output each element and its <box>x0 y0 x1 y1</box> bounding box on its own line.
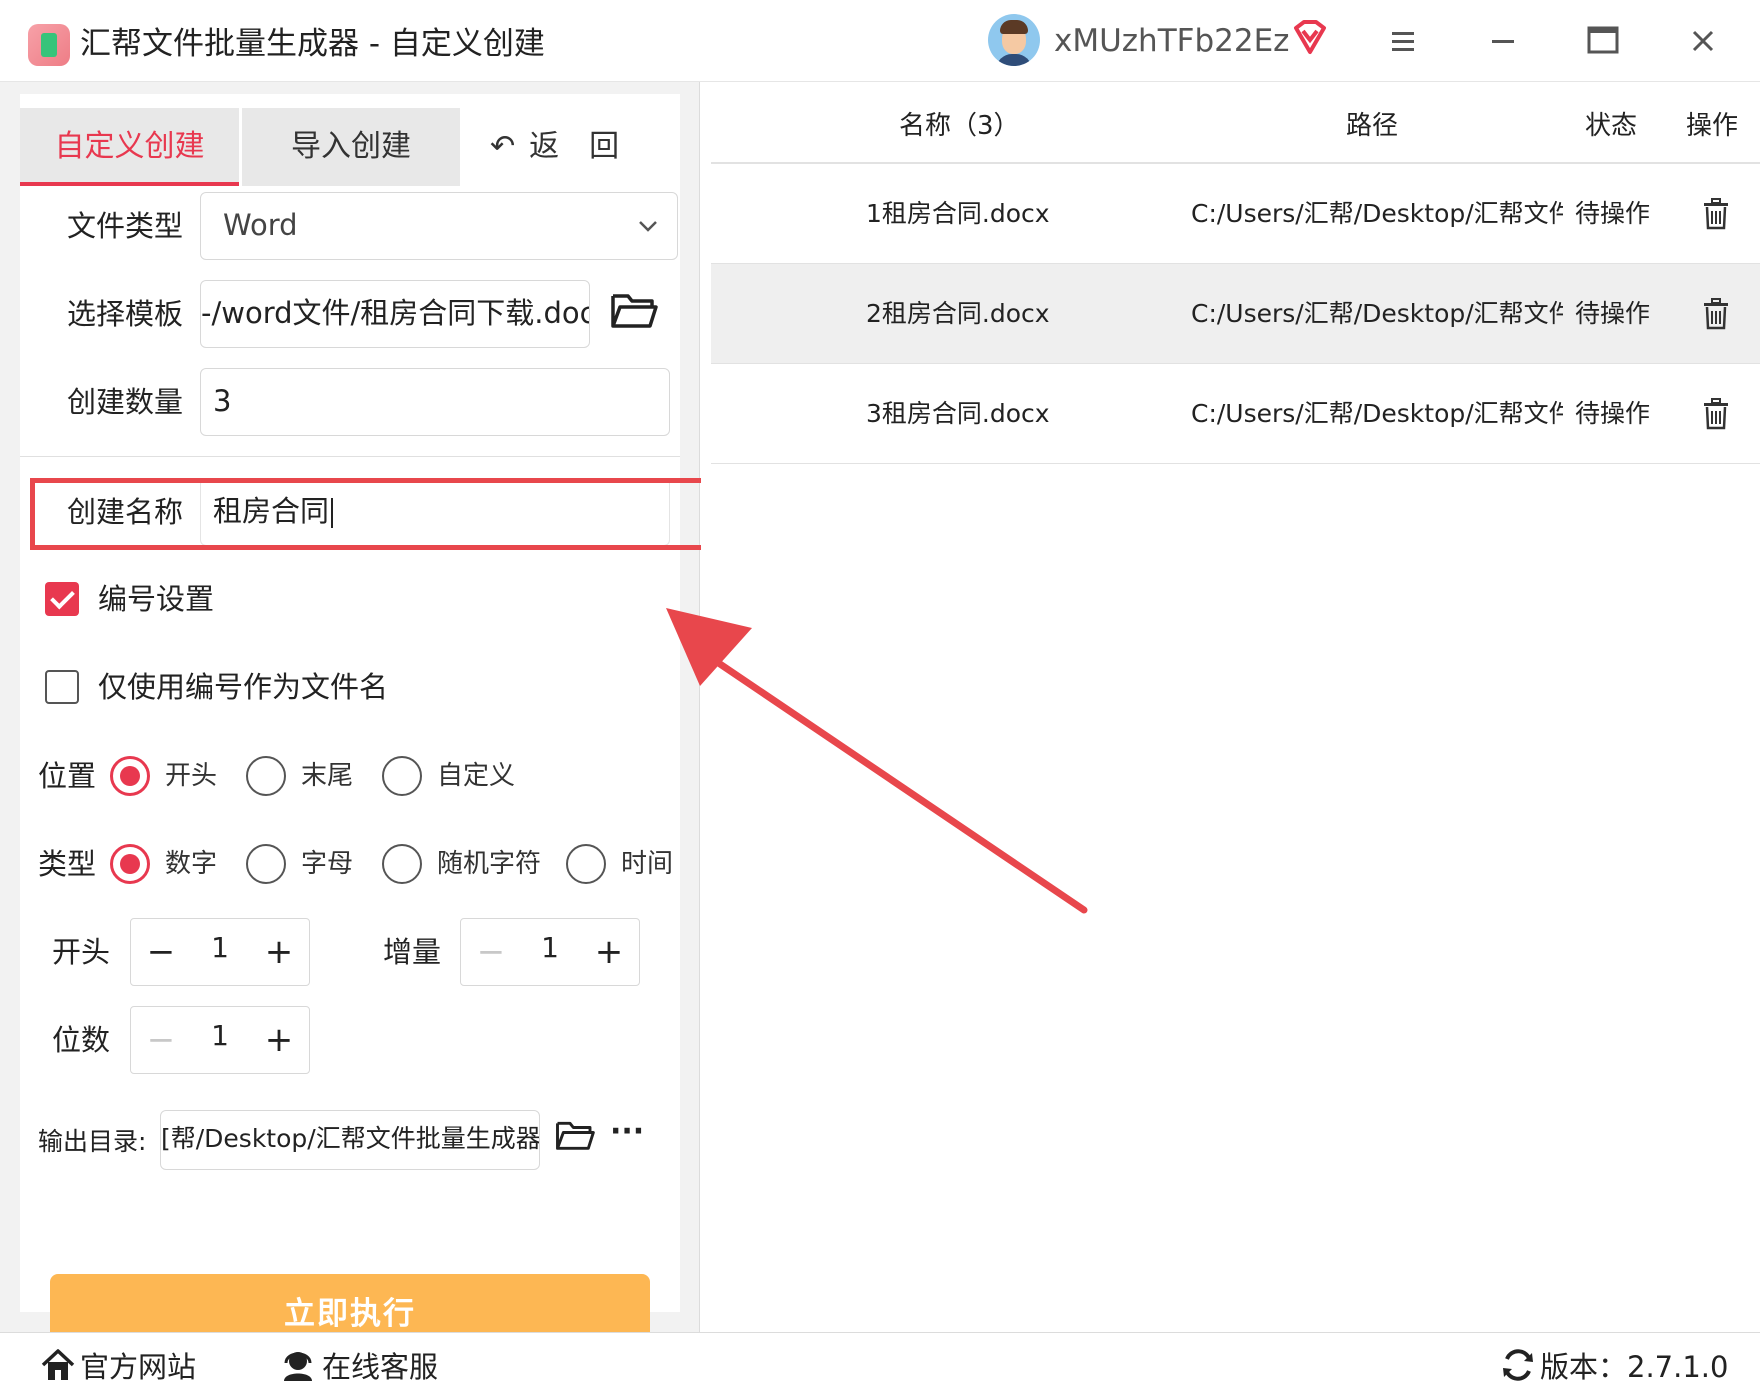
trash-icon[interactable] <box>1701 398 1731 430</box>
file-type-label: 文件类型 <box>67 209 184 243</box>
chevron-down-icon <box>639 221 657 232</box>
website-link[interactable]: 官方网站 <box>80 1347 196 1387</box>
template-field[interactable]: -/word文件/租房合同下载.doc <box>200 280 590 348</box>
menu-icon[interactable] <box>1380 18 1426 64</box>
close-icon[interactable] <box>1680 18 1726 64</box>
header-path: 路径 <box>1346 111 1399 141</box>
username[interactable]: xMUzhTFb22Ez <box>1054 20 1289 62</box>
numbering-checkbox[interactable] <box>45 582 79 616</box>
row-name: 1租房合同.docx <box>866 199 1050 228</box>
refresh-icon[interactable] <box>1500 1347 1536 1383</box>
tab-import-create[interactable]: 导入创建 <box>242 108 460 186</box>
home-icon[interactable] <box>40 1347 76 1383</box>
radio-type-number[interactable] <box>110 844 150 884</box>
row-name: 3租房合同.docx <box>866 399 1050 428</box>
header-name: 名称（3） <box>899 111 1020 141</box>
back-button[interactable]: ↶ 返 回 <box>490 108 660 186</box>
file-type-select[interactable]: Word <box>200 192 678 260</box>
digits-label: 位数 <box>52 1023 111 1057</box>
tab-custom-create[interactable]: 自定义创建 <box>20 108 239 186</box>
row-name: 2租房合同.docx <box>866 299 1050 328</box>
increment-value[interactable]: 1 <box>521 919 579 985</box>
folder-icon[interactable] <box>610 290 658 330</box>
back-label: 返 回 <box>529 129 620 164</box>
divider <box>20 456 680 457</box>
radio-type-time-label: 时间 <box>621 849 674 879</box>
user-avatar[interactable] <box>988 14 1040 66</box>
radio-position-custom[interactable] <box>382 756 422 796</box>
digits-increment-button[interactable]: + <box>249 1007 309 1073</box>
digits-value[interactable]: 1 <box>191 1007 249 1073</box>
file-list-panel: 名称（3） 路径 状态 操作 1租房合同.docx C:/Users/汇帮/De… <box>701 82 1760 1332</box>
window-title: 汇帮文件批量生成器 - 自定义创建 <box>80 26 545 62</box>
minimize-icon[interactable] <box>1480 18 1526 64</box>
radio-position-end-label: 末尾 <box>301 761 354 791</box>
output-field[interactable]: [帮/Desktop/汇帮文件批量生成器 <box>160 1110 540 1170</box>
position-label: 位置 <box>38 759 97 793</box>
output-label: 输出目录: <box>38 1127 147 1156</box>
header-status: 状态 <box>1585 111 1638 141</box>
row-path: C:/Users/汇帮/Desktop/汇帮文件 <box>1191 299 1563 328</box>
more-options-button[interactable]: ··· <box>610 1112 644 1152</box>
radio-type-letter[interactable] <box>246 844 286 884</box>
radio-position-end[interactable] <box>246 756 286 796</box>
digits-stepper[interactable]: − 1 + <box>130 1006 310 1074</box>
row-status: 待操作 <box>1575 299 1651 328</box>
start-value[interactable]: 1 <box>191 919 249 985</box>
highlight-box <box>30 478 728 550</box>
only-number-checkbox[interactable] <box>45 670 79 704</box>
increment-stepper[interactable]: − 1 + <box>460 918 640 986</box>
radio-type-number-label: 数字 <box>165 849 218 879</box>
radio-position-custom-label: 自定义 <box>437 761 516 791</box>
service-link[interactable]: 在线客服 <box>322 1347 438 1387</box>
row-status: 待操作 <box>1575 399 1651 428</box>
radio-type-time[interactable] <box>566 844 606 884</box>
maximize-icon[interactable] <box>1580 18 1626 64</box>
header-action: 操作 <box>1686 111 1739 141</box>
digits-decrement-button[interactable]: − <box>131 1007 191 1073</box>
headset-icon[interactable] <box>280 1347 316 1383</box>
table-row[interactable]: 3租房合同.docx C:/Users/汇帮/Desktop/汇帮文件 待操作 <box>711 364 1760 464</box>
left-panel: 自定义创建 导入创建 ↶ 返 回 文件类型 Word 选择模板 -/word文件/… <box>0 82 700 1354</box>
increment-label: 增量 <box>383 935 442 969</box>
count-field[interactable]: 3 <box>200 368 670 436</box>
file-type-value: Word <box>223 208 298 242</box>
output-folder-icon[interactable] <box>555 1118 595 1152</box>
row-path: C:/Users/汇帮/Desktop/汇帮文件 <box>1191 199 1563 228</box>
start-label: 开头 <box>52 935 111 969</box>
start-increment-button[interactable]: + <box>249 919 309 985</box>
table-row[interactable]: 1租房合同.docx C:/Users/汇帮/Desktop/汇帮文件 待操作 <box>711 164 1760 264</box>
radio-position-start-label: 开头 <box>165 761 218 791</box>
radio-type-random-label: 随机字符 <box>437 849 542 879</box>
increment-decrement-button[interactable]: − <box>461 919 521 985</box>
count-label: 创建数量 <box>67 385 184 419</box>
numbering-label: 编号设置 <box>98 582 215 616</box>
footer: 官方网站 在线客服 版本：2.7.1.0 <box>0 1332 1760 1400</box>
row-path: C:/Users/汇帮/Desktop/汇帮文件 <box>1191 399 1563 428</box>
table-row[interactable]: 2租房合同.docx C:/Users/汇帮/Desktop/汇帮文件 待操作 <box>711 264 1760 364</box>
vip-icon[interactable] <box>1290 18 1330 58</box>
trash-icon[interactable] <box>1701 198 1731 230</box>
start-stepper[interactable]: − 1 + <box>130 918 310 986</box>
template-label: 选择模板 <box>67 297 184 331</box>
row-status: 待操作 <box>1575 199 1651 228</box>
app-icon <box>28 24 70 66</box>
only-number-label: 仅使用编号作为文件名 <box>98 670 389 704</box>
back-arrow-icon: ↶ <box>490 129 516 164</box>
increment-increment-button[interactable]: + <box>579 919 639 985</box>
radio-position-start[interactable] <box>110 756 150 796</box>
radio-type-random[interactable] <box>382 844 422 884</box>
start-decrement-button[interactable]: − <box>131 919 191 985</box>
trash-icon[interactable] <box>1701 298 1731 330</box>
title-bar: 汇帮文件批量生成器 - 自定义创建 xMUzhTFb22Ez <box>0 0 1760 82</box>
radio-type-letter-label: 字母 <box>301 849 354 879</box>
version-label: 版本：2.7.1.0 <box>1540 1350 1729 1384</box>
type-label: 类型 <box>38 847 97 881</box>
